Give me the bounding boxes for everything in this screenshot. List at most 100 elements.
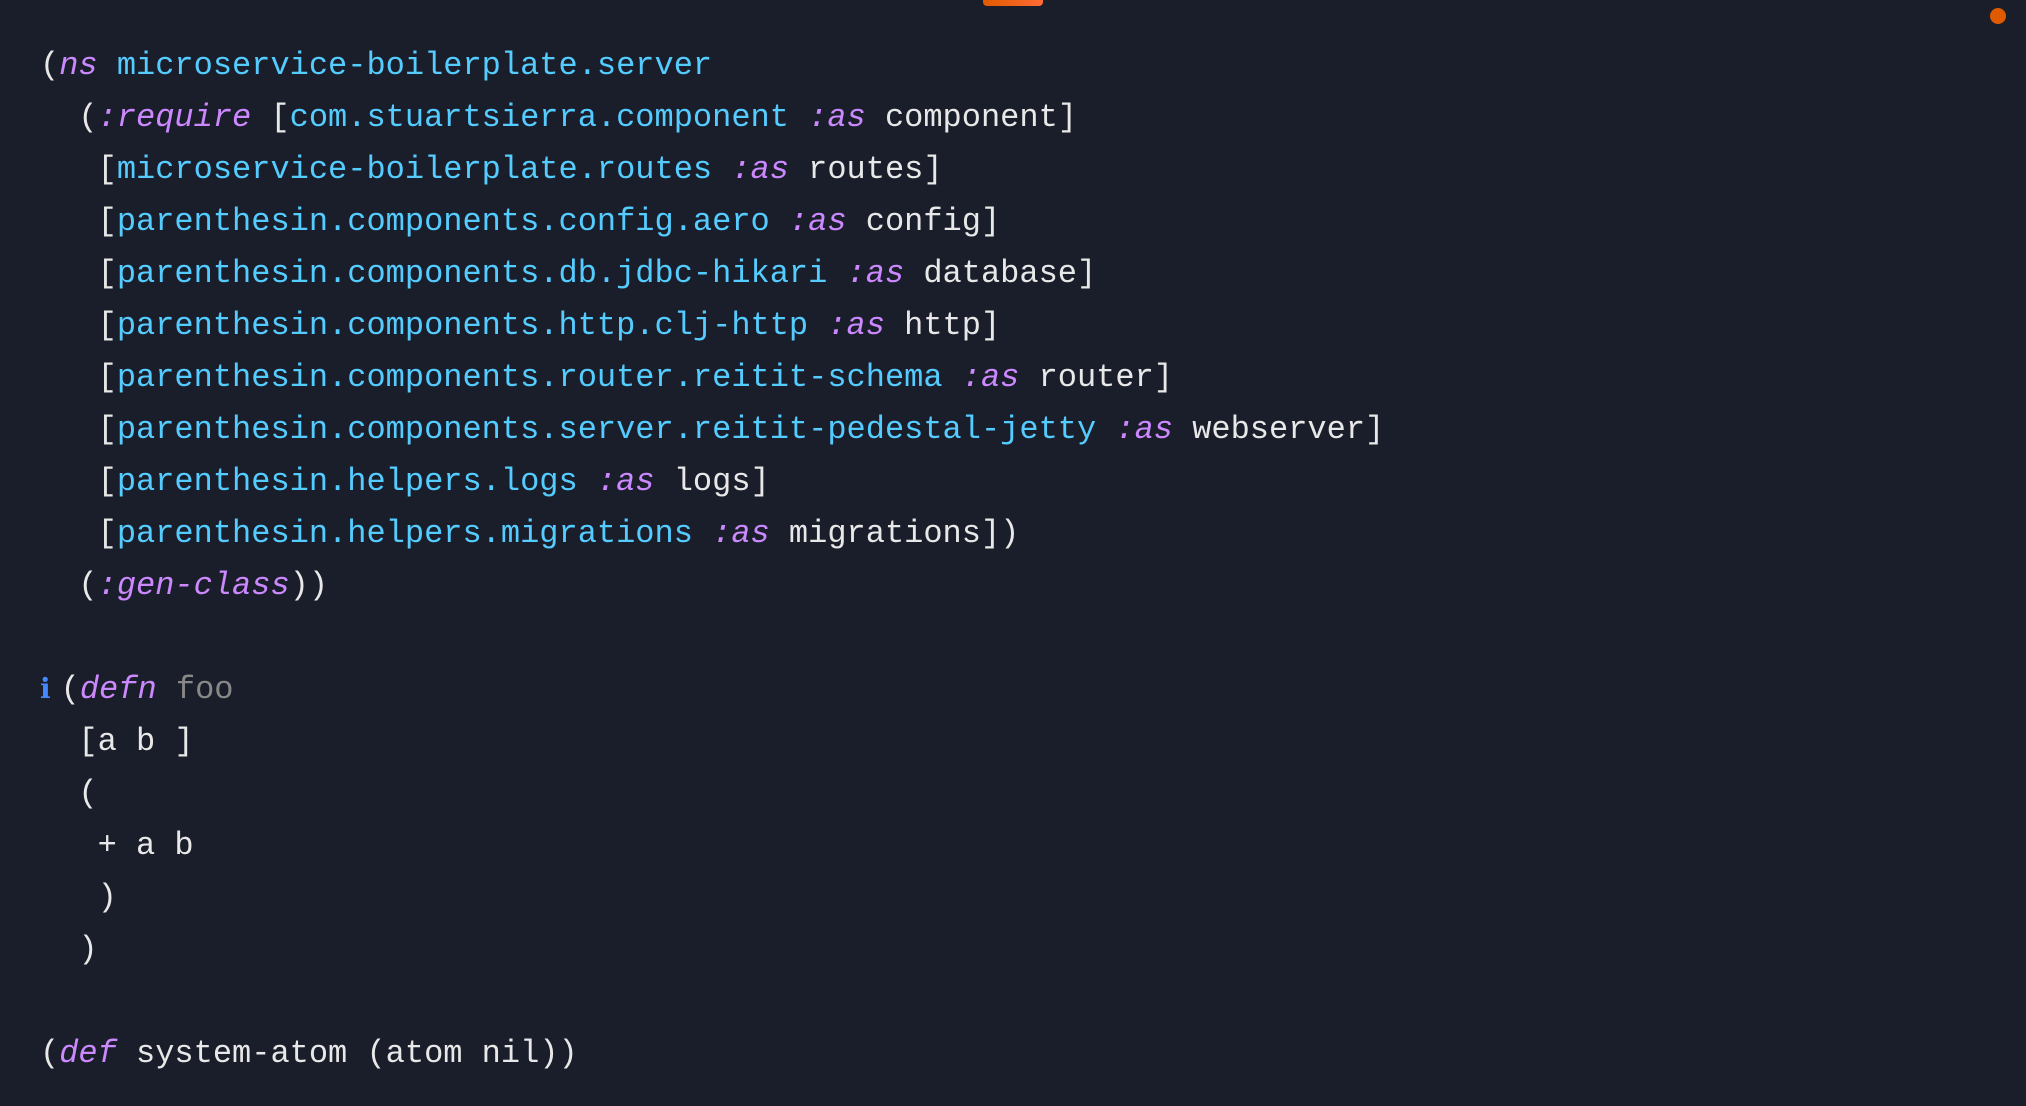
code-line-5: [parenthesin.components.db.jdbc-hikari :… (40, 248, 1986, 300)
paren: ( (40, 40, 59, 91)
indent: ( (40, 560, 98, 611)
system-atom: system-atom (atom nil)) (136, 1028, 578, 1079)
def-keyword: def (59, 1028, 117, 1079)
space (770, 196, 789, 247)
code-line-6: [parenthesin.components.http.clj-http :a… (40, 300, 1986, 352)
code-line-13: ℹ(defn foo (40, 664, 1986, 716)
code-line-8: [parenthesin.components.server.reitit-pe… (40, 404, 1986, 456)
space (578, 456, 597, 507)
empty-line-1 (40, 612, 1986, 664)
paren: ( (61, 664, 80, 715)
code-line-20: (def system-atom (atom nil)) (40, 1028, 1986, 1080)
code-line-18: ) (40, 924, 1986, 976)
indent: ) (40, 872, 117, 923)
ns-5: parenthesin.components.http.clj-http (117, 300, 808, 351)
code-line-10: [parenthesin.helpers.migrations :as migr… (40, 508, 1986, 560)
indent: ( (40, 768, 98, 819)
code-line-14: [a b ] (40, 716, 1986, 768)
space (827, 248, 846, 299)
space (885, 300, 904, 351)
alias-3: config] (866, 196, 1000, 247)
as-6: :as (962, 352, 1020, 403)
space (866, 92, 885, 143)
as-2: :as (731, 144, 789, 195)
indent: [ (40, 352, 117, 403)
param-a: a b (98, 716, 175, 767)
ns-3: parenthesin.components.config.aero (117, 196, 770, 247)
top-decoration (983, 0, 1043, 6)
ns-keyword: ns (59, 40, 97, 91)
space: [ (251, 92, 289, 143)
indent: [ (40, 300, 117, 351)
code-editor: (ns microservice-boilerplate.server (:re… (0, 0, 2026, 1106)
space (770, 508, 789, 559)
space (1173, 404, 1192, 455)
code-line-11: (:gen-class)) (40, 560, 1986, 612)
gen-class-keyword: :gen-class (98, 560, 290, 611)
space (98, 40, 117, 91)
space (1096, 404, 1115, 455)
code-line-7: [parenthesin.components.router.reitit-sc… (40, 352, 1986, 404)
alias-6: router] (1039, 352, 1173, 403)
paren: ( (40, 1028, 59, 1079)
alias-1: component] (885, 92, 1077, 143)
space (117, 1028, 136, 1079)
ns-8: parenthesin.helpers.logs (117, 456, 578, 507)
space (789, 92, 808, 143)
info-icon: ℹ (40, 670, 51, 715)
as-9: :as (712, 508, 770, 559)
alias-7: webserver] (1192, 404, 1384, 455)
as-3: :as (789, 196, 847, 247)
ns-6: parenthesin.components.router.reitit-sch… (117, 352, 943, 403)
paren-close: )) (290, 560, 328, 611)
top-right-dot (1990, 8, 2006, 24)
space (693, 508, 712, 559)
indent: [ (40, 248, 117, 299)
space (847, 196, 866, 247)
code-line-15: ( (40, 768, 1986, 820)
alias-8: logs] (674, 456, 770, 507)
as-5: :as (827, 300, 885, 351)
space (157, 664, 176, 715)
ns-9: parenthesin.helpers.migrations (117, 508, 693, 559)
as-1: :as (808, 92, 866, 143)
code-line-16: + a b (40, 820, 1986, 872)
space (789, 144, 808, 195)
alias-4: database] (923, 248, 1096, 299)
code-content: (ns microservice-boilerplate.server (:re… (40, 40, 1986, 1080)
space (904, 248, 923, 299)
indent: [ (40, 196, 117, 247)
code-line-2: (:require [com.stuartsierra.component :a… (40, 92, 1986, 144)
code-line-4: [parenthesin.components.config.aero :as … (40, 196, 1986, 248)
indent: ) (40, 924, 98, 975)
as-7: :as (1115, 404, 1173, 455)
indent (40, 820, 98, 871)
code-line-1: (ns microservice-boilerplate.server (40, 40, 1986, 92)
code-line-17: ) (40, 872, 1986, 924)
ns-2: microservice-boilerplate.routes (117, 144, 712, 195)
indent: [ (40, 456, 117, 507)
ns-1: com.stuartsierra.component (290, 92, 789, 143)
ns-4: parenthesin.components.db.jdbc-hikari (117, 248, 828, 299)
namespace-name: microservice-boilerplate.server (117, 40, 712, 91)
indent: [ (40, 508, 117, 559)
indent: [ (40, 716, 98, 767)
space (808, 300, 827, 351)
code-line-9: [parenthesin.helpers.logs :as logs] (40, 456, 1986, 508)
empty-line-2 (40, 976, 1986, 1028)
fn-name: foo (176, 664, 234, 715)
as-8: :as (597, 456, 655, 507)
code-line-3: [microservice-boilerplate.routes :as rou… (40, 144, 1986, 196)
space (943, 352, 962, 403)
ns-7: parenthesin.components.server.reitit-ped… (117, 404, 1096, 455)
alias-9: migrations]) (789, 508, 1019, 559)
as-4: :as (847, 248, 905, 299)
indent: [ (40, 404, 117, 455)
space (1019, 352, 1038, 403)
plus-op: + a b (98, 820, 194, 871)
require-keyword: :require (98, 92, 252, 143)
space (655, 456, 674, 507)
alias-2: routes] (808, 144, 942, 195)
alias-5: http] (904, 300, 1000, 351)
bracket-close: ] (174, 716, 193, 767)
